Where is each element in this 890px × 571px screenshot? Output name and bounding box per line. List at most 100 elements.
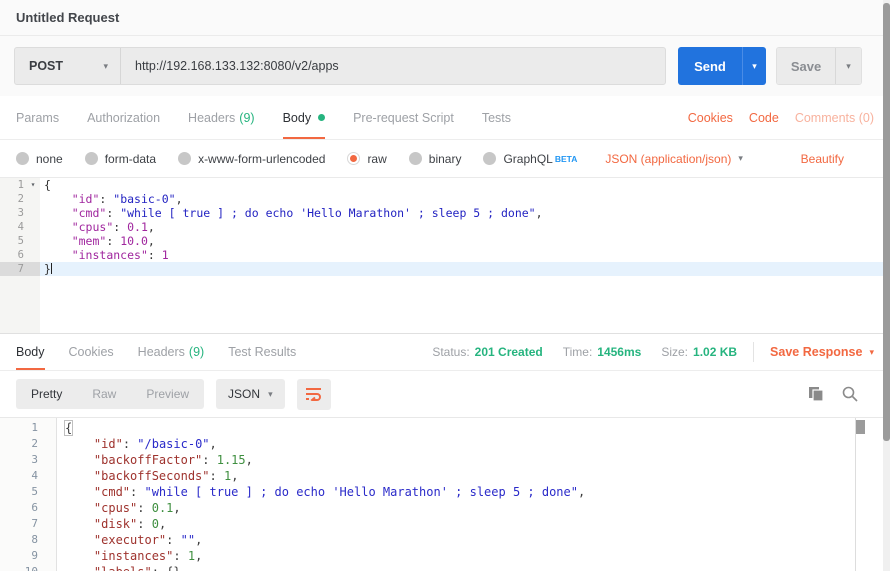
- code-line[interactable]: 3 "backoffFactor": 1.15,: [0, 452, 890, 468]
- window-scrollbar-track[interactable]: [883, 0, 890, 571]
- tab-response-headers[interactable]: Headers (9): [138, 334, 205, 370]
- radio-icon: [178, 152, 191, 165]
- line-number: 4: [0, 468, 42, 484]
- code-link[interactable]: Code: [749, 111, 779, 125]
- code-line[interactable]: 6 "instances": 1: [0, 248, 890, 262]
- radio-x-www-form-urlencoded[interactable]: x-www-form-urlencoded: [178, 152, 325, 166]
- request-tabs: Params Authorization Headers (9) Body Pr…: [0, 96, 890, 140]
- tab-response-cookies[interactable]: Cookies: [69, 334, 114, 370]
- radio-raw[interactable]: raw: [347, 152, 386, 166]
- save-response-button[interactable]: Save Response ▾: [770, 345, 874, 359]
- fold-slot: [42, 516, 57, 532]
- fold-slot: [26, 262, 40, 276]
- radio-icon: [85, 152, 98, 165]
- save-options-caret[interactable]: ▾: [835, 48, 861, 84]
- comments-link[interactable]: Comments (0): [795, 111, 874, 125]
- radio-none[interactable]: none: [16, 152, 63, 166]
- send-options-caret[interactable]: ▾: [742, 47, 766, 85]
- code-line[interactable]: 5 "cmd": "while [ true ] ; do echo 'Hell…: [0, 484, 890, 500]
- line-number: 6: [0, 500, 42, 516]
- line-number: 1: [0, 178, 26, 192]
- code-line[interactable]: 6 "cpus": 0.1,: [0, 500, 890, 516]
- response-body-editor[interactable]: 1{2 "id": "/basic-0",3 "backoffFactor": …: [0, 417, 890, 571]
- save-button-group: Save ▾: [776, 47, 862, 85]
- code-line[interactable]: 4 "cpus": 0.1,: [0, 220, 890, 234]
- beta-badge: BETA: [555, 154, 578, 164]
- request-title-bar: Untitled Request: [0, 0, 890, 36]
- request-url-bar: POST ▾ Send ▾ Save ▾: [0, 36, 890, 96]
- cookies-link[interactable]: Cookies: [688, 111, 733, 125]
- tab-authorization[interactable]: Authorization: [87, 96, 160, 139]
- line-number: 2: [0, 192, 26, 206]
- pretty-button[interactable]: Pretty: [16, 379, 77, 409]
- tab-label: Test Results: [228, 345, 296, 359]
- copy-button[interactable]: [808, 386, 824, 402]
- tab-response-body[interactable]: Body: [16, 334, 45, 370]
- fold-slot: [42, 532, 57, 548]
- response-time: Time: 1456ms: [563, 345, 642, 359]
- fold-slot: [26, 248, 40, 262]
- radio-graphql[interactable]: GraphQL BETA: [483, 152, 577, 166]
- radio-selected-icon: [347, 152, 360, 165]
- send-button[interactable]: Send: [678, 47, 742, 85]
- text-cursor: [51, 263, 52, 274]
- postman-window: Untitled Request POST ▾ Send ▾ Save ▾ Pa…: [0, 0, 890, 571]
- tab-body[interactable]: Body: [283, 96, 326, 139]
- code-line[interactable]: 1{: [0, 420, 890, 436]
- code-line[interactable]: 9 "instances": 1,: [0, 548, 890, 564]
- line-number: 4: [0, 220, 26, 234]
- code-line[interactable]: 8 "executor": "",: [0, 532, 890, 548]
- radio-icon: [409, 152, 422, 165]
- tab-tests[interactable]: Tests: [482, 96, 511, 139]
- code-line[interactable]: 7}: [0, 262, 890, 276]
- wrap-lines-button[interactable]: [297, 379, 331, 410]
- body-filled-dot-icon: [318, 114, 325, 121]
- code-line[interactable]: 7 "disk": 0,: [0, 516, 890, 532]
- line-number: 7: [0, 262, 26, 276]
- search-button[interactable]: [842, 386, 858, 402]
- code-line[interactable]: 2 "id": "basic-0",: [0, 192, 890, 206]
- tab-params[interactable]: Params: [16, 96, 59, 139]
- wrap-lines-icon: [305, 387, 323, 401]
- content-type-dropdown[interactable]: JSON (application/json) ▾: [605, 152, 743, 166]
- request-tabs-right: Cookies Code Comments (0): [688, 96, 874, 139]
- window-scrollbar-thumb[interactable]: [883, 3, 890, 441]
- line-number: 10: [0, 564, 42, 571]
- raw-button[interactable]: Raw: [77, 379, 131, 409]
- tab-label: Body: [16, 345, 45, 359]
- code-line[interactable]: 10 "labels": {},: [0, 564, 890, 571]
- fold-slot: [26, 234, 40, 248]
- method-dropdown[interactable]: POST ▾: [15, 48, 121, 84]
- chevron-down-icon: ▾: [268, 389, 273, 400]
- fold-slot: [42, 420, 57, 436]
- chevron-down-icon: ▾: [738, 153, 743, 164]
- fold-slot: [42, 468, 57, 484]
- method-label: POST: [29, 59, 63, 73]
- preview-button[interactable]: Preview: [131, 379, 204, 409]
- line-number: 2: [0, 436, 42, 452]
- code-line[interactable]: 2 "id": "/basic-0",: [0, 436, 890, 452]
- radio-binary[interactable]: binary: [409, 152, 462, 166]
- tab-pre-request-script[interactable]: Pre-request Script: [353, 96, 454, 139]
- tab-test-results[interactable]: Test Results: [228, 334, 296, 370]
- request-body-editor[interactable]: 1▾{2 "id": "basic-0",3 "cmd": "while [ t…: [0, 177, 890, 333]
- chevron-down-icon: ▾: [752, 61, 757, 71]
- headers-count: (9): [189, 345, 204, 359]
- code-line[interactable]: 1▾{: [0, 178, 890, 192]
- search-icon: [842, 386, 858, 402]
- radio-form-data[interactable]: form-data: [85, 152, 156, 166]
- save-button[interactable]: Save: [777, 48, 835, 84]
- response-toolbar: Pretty Raw Preview JSON ▾: [0, 371, 890, 417]
- response-language-dropdown[interactable]: JSON ▾: [216, 379, 285, 409]
- tab-label: Authorization: [87, 111, 160, 125]
- tab-headers[interactable]: Headers (9): [188, 96, 255, 139]
- beautify-link[interactable]: Beautify: [801, 152, 844, 166]
- url-input[interactable]: [121, 48, 665, 84]
- response-tabs: Body Cookies Headers (9) Test Results St…: [0, 333, 890, 371]
- code-line[interactable]: 5 "mem": 10.0,: [0, 234, 890, 248]
- code-line[interactable]: 4 "backoffSeconds": 1,: [0, 468, 890, 484]
- tab-label: Body: [283, 111, 312, 125]
- tab-label: Headers: [188, 111, 235, 125]
- code-line[interactable]: 3 "cmd": "while [ true ] ; do echo 'Hell…: [0, 206, 890, 220]
- fold-caret-icon[interactable]: ▾: [26, 178, 40, 192]
